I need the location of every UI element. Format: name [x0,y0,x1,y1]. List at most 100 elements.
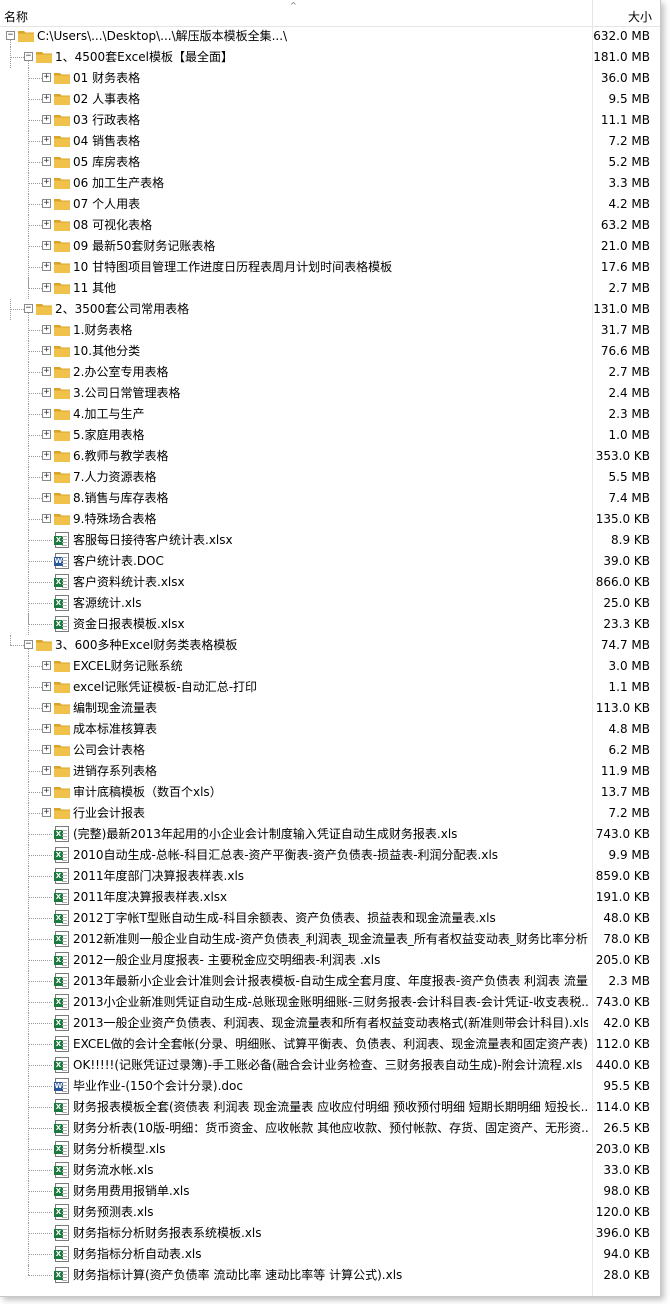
tree-row-file[interactable]: X 财务分析表(10版-明细：货币资金、应收帐款 其他应收款、预付帐款、存货、固定… [0,1118,660,1139]
tree-row-size: 1.1 MB [608,680,650,694]
collapse-toggle-icon[interactable]: − [6,31,15,40]
tree-row-folder[interactable]: +7.人力资源表格 5.5 MB [0,467,660,488]
expand-toggle-icon[interactable]: + [42,115,51,124]
tree-row-folder[interactable]: +6.教师与教学表格 353.0 KB [0,446,660,467]
tree-row-file[interactable]: X 财务分析模型.xls 203.0 KB [0,1139,660,1160]
tree-row-folder[interactable]: + 编制现金流量表 113.0 KB [0,698,660,719]
expand-toggle-icon[interactable]: + [42,262,51,271]
tree-row-folder[interactable]: − 3、600多种Excel财务类表格模板 74.7 MB [0,635,660,656]
expand-toggle-icon[interactable]: + [42,325,51,334]
expand-toggle-icon[interactable]: + [42,157,51,166]
tree-row-file[interactable]: X EXCEL做的会计全套帐(分录、明细账、试算平衡表、负债表、利润表、现金流量表… [0,1034,660,1055]
tree-row-file[interactable]: X 财务指标计算(资产负债率 流动比率 速动比率等 计算公式).xls 28.0 K… [0,1265,660,1286]
tree-row-file[interactable]: X 财务预测表.xls 120.0 KB [0,1202,660,1223]
expand-toggle-icon[interactable]: + [42,220,51,229]
tree-row-file[interactable]: X 客源统计.xls 25.0 KB [0,593,660,614]
expand-toggle-icon[interactable]: + [42,283,51,292]
tree-row-file[interactable]: X 财务报表模板全套(资债表 利润表 现金流量表 应收应付明细 预收预付明细 短期… [0,1097,660,1118]
tree-row-file[interactable]: X 财务用费用报销单.xls 98.0 KB [0,1181,660,1202]
expand-toggle-icon[interactable]: + [42,808,51,817]
expand-toggle-icon[interactable]: + [42,367,51,376]
tree-row-file[interactable]: X OK!!!!!(记账凭证过录簿)-手工账必备(融合会计业务检查、三财务报表自动… [0,1055,660,1076]
tree-row-file[interactable]: X 客服每日接待客户统计表.xlsx 8.9 KB [0,530,660,551]
tree-row-folder[interactable]: +01 财务表格 36.0 MB [0,68,660,89]
tree-row-file[interactable]: X 2011年度决算报表样表.xlsx 191.0 KB [0,887,660,908]
tree-row-file[interactable]: X 财务指标分析财务报表系统模板.xls 396.0 KB [0,1223,660,1244]
tree-row-file[interactable]: W 毕业作业-(150个会计分录).doc 95.5 KB [0,1076,660,1097]
column-header-size[interactable]: 大小 [628,8,652,25]
column-header-name[interactable]: 名称 [4,8,28,25]
expand-toggle-icon[interactable]: + [42,514,51,523]
tree-row-folder[interactable]: + 行业会计报表 7.2 MB [0,803,660,824]
expand-toggle-icon[interactable]: + [42,766,51,775]
expand-toggle-icon[interactable]: + [42,493,51,502]
expand-toggle-icon[interactable]: + [42,451,51,460]
tree-row-folder[interactable]: +5.家庭用表格 1.0 MB [0,425,660,446]
expand-toggle-icon[interactable]: + [42,661,51,670]
collapse-toggle-icon[interactable]: − [24,304,33,313]
tree-row-file[interactable]: X 2012丁字帐T型账自动生成-科目余额表、资产负债表、损益表和现金流量表.xl… [0,908,660,929]
tree-rows: − C:\Users\...\Desktop\...\解压版本模板全集...\ 63… [0,26,660,1286]
tree-row-file[interactable]: X 2013一般企业资产负债表、利润表、现金流量表和所有者权益变动表格式(新准则带… [0,1013,660,1034]
tree-row-folder[interactable]: + EXCEL财务记账系统 3.0 MB [0,656,660,677]
collapse-toggle-icon[interactable]: − [24,52,33,61]
tree-row-file[interactable]: X 财务指标分析自动表.xls 94.0 KB [0,1244,660,1265]
tree-row-file[interactable]: W 客户统计表.DOC 39.0 KB [0,551,660,572]
tree-row-folder[interactable]: +05 库房表格 5.2 MB [0,152,660,173]
expand-toggle-icon[interactable]: + [42,136,51,145]
tree-row-folder[interactable]: +1.财务表格 31.7 MB [0,320,660,341]
tree-row-file[interactable]: X 资金日报表模板.xlsx 23.3 KB [0,614,660,635]
tree-row-folder[interactable]: − C:\Users\...\Desktop\...\解压版本模板全集...\ 63… [0,26,660,47]
expand-toggle-icon[interactable]: + [42,388,51,397]
tree-row-file[interactable]: X 2013小企业新准则凭证自动生成-总账现金账明细账-三财务报表-会计科目表-会… [0,992,660,1013]
tree-row-folder[interactable]: +11 其他 2.7 MB [0,278,660,299]
expand-toggle-icon[interactable]: + [42,409,51,418]
tree-row-file[interactable]: X 客户资料统计表.xlsx 866.0 KB [0,572,660,593]
tree-row-file[interactable]: X 2012一般企业月度报表- 主要税金应交明细表-利润表 .xls 205.0 K… [0,950,660,971]
expand-toggle-icon[interactable]: + [42,787,51,796]
tree-row-name: 2013年最新小企业会计准则会计报表模板-自动生成全套月度、年度报表-资产负债表… [73,974,588,988]
tree-row-folder[interactable]: +4.加工与生产 2.3 MB [0,404,660,425]
tree-row-file[interactable]: X 2012新准则一般企业自动生成-资产负债表_利润表_现金流量表_所有者权益变动… [0,929,660,950]
column-divider[interactable] [592,0,593,26]
tree-row-folder[interactable]: + 成本标准核算表 4.8 MB [0,719,660,740]
expand-toggle-icon[interactable]: + [42,73,51,82]
tree-row-folder[interactable]: +09 最新50套财务记账表格 21.0 MB [0,236,660,257]
tree-row-folder[interactable]: + excel记账凭证模板-自动汇总-打印 1.1 MB [0,677,660,698]
tree-row-file[interactable]: X 2011年度部门决算报表样表.xls 859.0 KB [0,866,660,887]
tree-row-folder[interactable]: − 2、3500套公司常用表格 131.0 MB [0,299,660,320]
tree-row-file[interactable]: X 2010自动生成-总帐-科目汇总表-资产平衡表-资产负债表-损益表-利润分配表… [0,845,660,866]
tree-row-folder[interactable]: − 1、4500套Excel模板【最全面】 181.0 MB [0,47,660,68]
tree-row-folder[interactable]: + 审计底稿模板（数百个xls） 13.7 MB [0,782,660,803]
tree-row-file[interactable]: X (完整)最新2013年起用的小企业会计制度输入凭证自动生成财务报表.xls 74… [0,824,660,845]
tree-row-folder[interactable]: +3.公司日常管理表格 2.4 MB [0,383,660,404]
tree-row-folder[interactable]: +10.其他分类 76.6 MB [0,341,660,362]
excel-file-icon: X [54,1183,69,1199]
tree-row-folder[interactable]: +10 甘特图项目管理工作进度日历程表周月计划时间表格模板 17.6 MB [0,257,660,278]
expand-toggle-icon[interactable]: + [42,682,51,691]
expand-toggle-icon[interactable]: + [42,241,51,250]
tree-row-folder[interactable]: +04 销售表格 7.2 MB [0,131,660,152]
expand-toggle-icon[interactable]: + [42,178,51,187]
tree-row-folder[interactable]: +8.销售与库存表格 7.4 MB [0,488,660,509]
tree-row-folder[interactable]: +08 可视化表格 63.2 MB [0,215,660,236]
tree-row-folder[interactable]: +03 行政表格 11.1 MB [0,110,660,131]
expand-toggle-icon[interactable]: + [42,199,51,208]
tree-row-folder[interactable]: +02 人事表格 9.5 MB [0,89,660,110]
expand-toggle-icon[interactable]: + [42,703,51,712]
tree-row-folder[interactable]: +06 加工生产表格 3.3 MB [0,173,660,194]
expand-toggle-icon[interactable]: + [42,430,51,439]
tree-row-folder[interactable]: +07 个人用表 4.2 MB [0,194,660,215]
expand-toggle-icon[interactable]: + [42,724,51,733]
tree-row-folder[interactable]: + 公司会计表格 6.2 MB [0,740,660,761]
tree-row-folder[interactable]: + 进销存系列表格 11.9 MB [0,761,660,782]
expand-toggle-icon[interactable]: + [42,745,51,754]
expand-toggle-icon[interactable]: + [42,472,51,481]
tree-row-folder[interactable]: +2.办公室专用表格 2.7 MB [0,362,660,383]
expand-toggle-icon[interactable]: + [42,346,51,355]
tree-row-file[interactable]: X 2013年最新小企业会计准则会计报表模板-自动生成全套月度、年度报表-资产负债… [0,971,660,992]
tree-row-file[interactable]: X 财务流水帐.xls 33.0 KB [0,1160,660,1181]
tree-row-folder[interactable]: +9.特殊场合表格 135.0 KB [0,509,660,530]
expand-toggle-icon[interactable]: + [42,94,51,103]
collapse-toggle-icon[interactable]: − [24,640,33,649]
